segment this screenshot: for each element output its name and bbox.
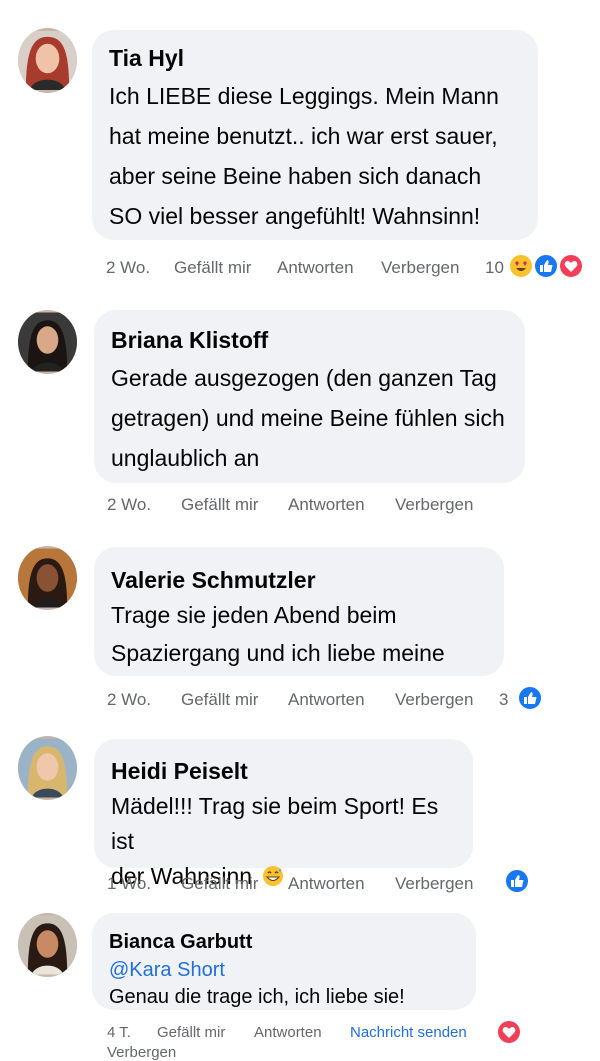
avatar[interactable] (18, 913, 77, 977)
comment: Tia Hyl Ich LIEBE diese Leggings. Mein M… (0, 0, 600, 290)
timestamp[interactable]: 2 Wo. (106, 258, 150, 278)
comment: Bianca Garbutt @Kara Short Genau die tra… (0, 905, 600, 1061)
avatar[interactable] (18, 28, 77, 93)
reaction-count[interactable]: 10 (485, 258, 504, 278)
comment-text-line: Ich LIEBE diese Leggings. Mein Mann (109, 83, 499, 109)
avatar[interactable] (18, 310, 77, 374)
timestamp[interactable]: 4 T. (107, 1024, 131, 1041)
comment-text-line: SO viel besser angefühlt! Wahnsinn! (109, 203, 481, 229)
mention-link[interactable]: @Kara Short (109, 959, 225, 982)
hide-button[interactable]: Verbergen (107, 1044, 176, 1061)
reaction-count[interactable]: 3 (499, 690, 508, 710)
comment: Heidi Peiselt Mädel!!! Trag sie beim Spo… (0, 730, 600, 910)
comment-bubble: Valerie Schmutzler Trage sie jeden Abend… (94, 547, 504, 676)
comment-text-line: Genau die trage ich, ich liebe sie! (109, 986, 405, 1008)
author-name[interactable]: Bianca Garbutt (109, 931, 252, 954)
comment-bubble: Tia Hyl Ich LIEBE diese Leggings. Mein M… (92, 30, 538, 240)
author-name[interactable]: Briana Klistoff (111, 327, 268, 354)
grinning-sweat-emoji-icon (263, 866, 284, 886)
like-button[interactable]: Gefällt mir (157, 1024, 225, 1041)
like-button[interactable]: Gefällt mir (174, 258, 251, 278)
comment-bubble: Heidi Peiselt Mädel!!! Trag sie beim Spo… (94, 739, 473, 889)
author-name[interactable]: Tia Hyl (109, 45, 184, 72)
like-button[interactable]: Gefällt mir (181, 495, 258, 515)
heart-icon (558, 253, 584, 279)
reply-button[interactable]: Antworten (288, 874, 365, 894)
author-name[interactable]: Heidi Peiselt (111, 758, 248, 785)
like-button[interactable]: Gefällt mir (181, 690, 258, 710)
avatar[interactable] (18, 736, 77, 800)
comment-text-line: getragen) und meine Beine fühlen sich (111, 405, 505, 431)
comment: Briana Klistoff Gerade ausgezogen (den g… (0, 300, 600, 530)
hide-button[interactable]: Verbergen (395, 874, 473, 894)
timestamp[interactable]: 2 Wo. (107, 495, 151, 515)
reply-button[interactable]: Antworten (277, 258, 354, 278)
comment-text-line: Mädel!!! Trag sie beim Sport! Es ist (111, 793, 439, 854)
like-button[interactable]: Gefällt mir (181, 874, 258, 894)
comment-bubble: Bianca Garbutt @Kara Short Genau die tra… (92, 913, 476, 1010)
hide-button[interactable]: Verbergen (381, 258, 459, 278)
love-eyes-emoji-icon (508, 253, 534, 279)
reactions[interactable] (517, 685, 543, 711)
reactions[interactable] (508, 253, 584, 279)
comment: Valerie Schmutzler Trage sie jeden Abend… (0, 540, 600, 720)
avatar[interactable] (18, 546, 77, 610)
like-icon (504, 868, 530, 894)
comment-text-line: Spaziergang und ich liebe meine (111, 640, 445, 666)
comment-text-line: aber seine Beine haben sich danach (109, 163, 482, 189)
comment-text-line: Trage sie jeden Abend beim (111, 602, 397, 628)
comment-text-line: hat meine benutzt.. ich war erst sauer, (109, 123, 498, 149)
timestamp[interactable]: 1 Wo. (107, 874, 151, 894)
like-icon (533, 253, 559, 279)
heart-icon (496, 1019, 522, 1045)
reactions[interactable] (496, 1019, 522, 1045)
reactions[interactable] (504, 868, 530, 894)
author-name[interactable]: Valerie Schmutzler (111, 567, 316, 594)
comment-bubble: Briana Klistoff Gerade ausgezogen (den g… (94, 310, 525, 483)
reply-button[interactable]: Antworten (288, 495, 365, 515)
reply-button[interactable]: Antworten (254, 1024, 322, 1041)
timestamp[interactable]: 2 Wo. (107, 690, 151, 710)
like-icon (517, 685, 543, 711)
hide-button[interactable]: Verbergen (395, 495, 473, 515)
comment-text-line: unglaublich an (111, 445, 260, 471)
hide-button[interactable]: Verbergen (395, 690, 473, 710)
comment-text-line: Gerade ausgezogen (den ganzen Tag (111, 365, 497, 391)
reply-button[interactable]: Antworten (288, 690, 365, 710)
send-message-button[interactable]: Nachricht senden (350, 1024, 467, 1041)
